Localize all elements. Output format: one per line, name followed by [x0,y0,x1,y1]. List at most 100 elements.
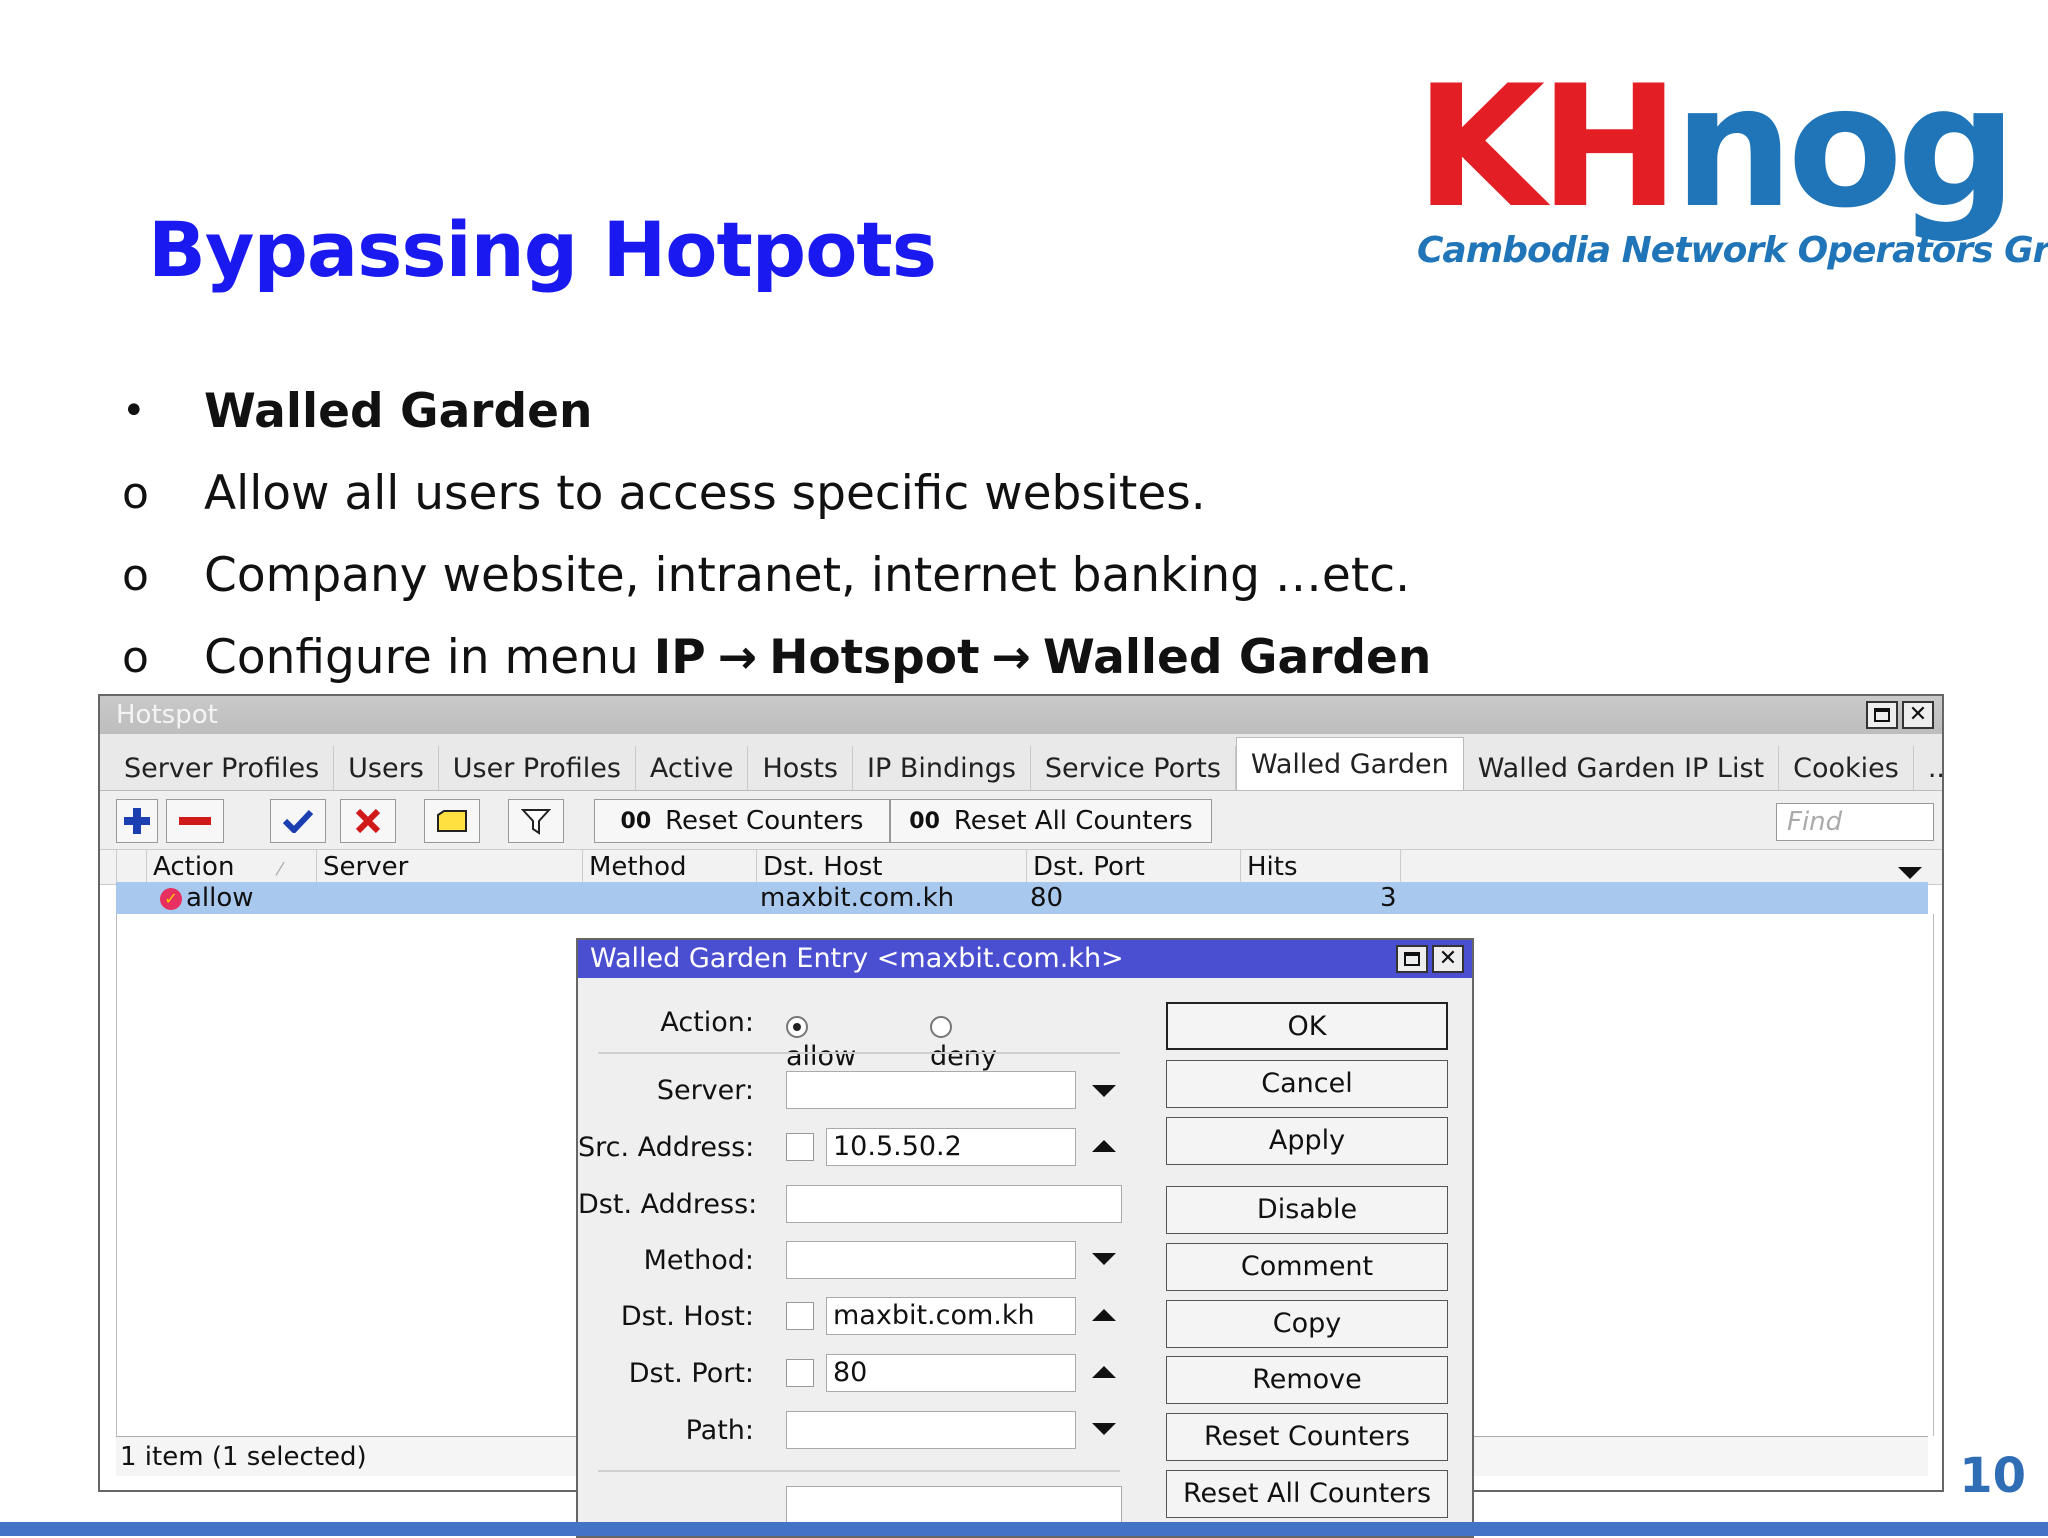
dst-host-input[interactable]: maxbit.com.kh [826,1297,1076,1335]
path-row: Path: [578,1410,1116,1450]
slide-title: Bypassing Hotpots [148,205,937,294]
tab-bar: Server Profiles Users User Profiles Acti… [100,734,1942,791]
column-header-method[interactable]: Method [582,850,756,884]
bullet-heading-text: Walled Garden [204,383,593,439]
tab-cookies[interactable]: Cookies [1779,746,1914,790]
collapse-arrow-icon[interactable] [1092,1365,1116,1379]
window-titlebar[interactable]: Hotspot ✕ [100,696,1942,734]
extra-field[interactable] [786,1486,1122,1524]
allow-label: allow [786,1041,857,1072]
minus-icon [179,817,211,825]
dropdown-arrow-icon[interactable] [1092,1252,1116,1266]
window-title: Hotspot [116,700,218,730]
tab-user-profiles[interactable]: User Profiles [439,746,636,790]
table-row[interactable]: ✓ allow maxbit.com.kh 80 3 [116,882,1928,914]
collapse-arrow-icon[interactable] [1092,1308,1116,1322]
action-allow-radio[interactable]: allow [786,1010,856,1072]
bullet-item: o Company website, intranet, internet ba… [118,534,1431,616]
toolbar: 00 Reset Counters 00 Reset All Counters … [100,791,1942,850]
maximize-icon[interactable] [1866,701,1898,729]
sort-icon: ⁄ [278,859,282,880]
tab-users[interactable]: Users [334,746,439,790]
close-icon[interactable]: ✕ [1432,945,1464,973]
path-select[interactable] [786,1411,1076,1449]
close-icon[interactable]: ✕ [1902,701,1934,729]
column-header-server[interactable]: Server [316,850,580,884]
filter-button[interactable] [508,799,564,843]
enable-button[interactable] [270,799,326,843]
ok-button[interactable]: OK [1166,1002,1448,1050]
disable-button[interactable]: Disable [1166,1186,1448,1234]
tab-walled-garden[interactable]: Walled Garden [1235,737,1464,790]
dropdown-arrow-icon[interactable] [1092,1422,1116,1436]
server-label: Server: [656,1074,754,1106]
reset-all-counters-button[interactable]: 00 Reset All Counters [890,799,1212,843]
menu-path-hotspot: Hotspot [769,629,980,685]
counter-icon: 00 [909,808,940,834]
dst-port-row: Dst. Port: 80 [578,1353,1116,1393]
reset-counters-button[interactable]: 00 Reset Counters [594,799,890,843]
bullet-marker: • [122,388,146,434]
tab-service-ports[interactable]: Service Ports [1031,746,1236,790]
bullet-item-text: Company website, intranet, internet bank… [204,547,1411,603]
cell-action: ✓ allow [160,882,254,914]
radio-empty-icon [930,1015,952,1038]
src-address-row: Src. Address: 10.5.50.2 [578,1127,1116,1167]
tab-active[interactable]: Active [636,746,749,790]
server-select[interactable] [786,1071,1076,1109]
src-address-negate-checkbox[interactable] [786,1133,814,1161]
server-row: Server: [578,1070,1116,1110]
column-action-label: Action [153,852,235,882]
disable-button[interactable] [340,799,396,843]
action-deny-radio[interactable]: deny [930,1010,997,1072]
dst-port-negate-checkbox[interactable] [786,1359,814,1387]
tab-walled-garden-ip-list[interactable]: Walled Garden IP List [1464,746,1780,790]
dst-port-label: Dst. Port: [628,1357,754,1389]
tab-server-profiles[interactable]: Server Profiles [110,746,335,790]
dropdown-arrow-icon[interactable] [1092,1084,1116,1098]
cancel-button[interactable]: Cancel [1166,1060,1448,1108]
collapse-arrow-icon[interactable] [1092,1139,1116,1153]
bullet-item: o Allow all users to access specific web… [118,452,1431,534]
reset-counters-button[interactable]: Reset Counters [1166,1413,1448,1461]
tab-hosts[interactable]: Hosts [748,746,853,790]
src-address-input[interactable]: 10.5.50.2 [826,1128,1076,1166]
path-label: Path: [685,1414,754,1446]
copy-button[interactable]: Copy [1166,1300,1448,1348]
dst-address-input[interactable] [786,1185,1122,1223]
remove-button[interactable] [166,799,224,843]
column-header-dst-host[interactable]: Dst. Host [756,850,1026,884]
comment-button[interactable] [424,799,480,843]
add-button[interactable] [116,799,158,843]
bullet-heading: • Walled Garden [118,370,1431,452]
tab-more[interactable]: ... [1914,746,1942,790]
radio-selected-icon [786,1015,808,1038]
page-number: 10 [1959,1448,2026,1504]
remove-button[interactable]: Remove [1166,1356,1448,1404]
reset-counters-label: Reset Counters [665,806,864,836]
arrow-icon: → [991,629,1031,685]
method-select[interactable] [786,1241,1076,1279]
dst-port-input[interactable]: 80 [826,1354,1076,1392]
divider [598,1470,1120,1472]
column-header-action[interactable]: Action ⁄ [146,850,306,884]
maximize-icon[interactable] [1396,945,1428,973]
sub-bullet-marker: o [122,467,149,519]
dst-address-row: Dst. Address: [578,1184,1122,1224]
dst-host-negate-checkbox[interactable] [786,1302,814,1330]
dialog-titlebar[interactable]: Walled Garden Entry <maxbit.com.kh> ✕ [578,940,1472,978]
column-header-hits[interactable]: Hits [1240,850,1400,884]
apply-button[interactable]: Apply [1166,1117,1448,1165]
tab-ip-bindings[interactable]: IP Bindings [853,746,1031,790]
comment-button[interactable]: Comment [1166,1243,1448,1291]
dst-host-row: Dst. Host: maxbit.com.kh [578,1296,1116,1336]
cell-hits: 3 [1380,883,1397,913]
plus-icon [124,808,150,834]
column-header-dst-port[interactable]: Dst. Port [1026,850,1238,884]
table-border [116,914,117,1436]
find-input[interactable]: Find [1776,803,1934,841]
counter-icon: 00 [620,808,652,834]
dialog-title: Walled Garden Entry <maxbit.com.kh> [590,943,1124,974]
cell-action-text: allow [186,883,254,913]
reset-all-counters-button[interactable]: Reset All Counters [1166,1470,1448,1518]
